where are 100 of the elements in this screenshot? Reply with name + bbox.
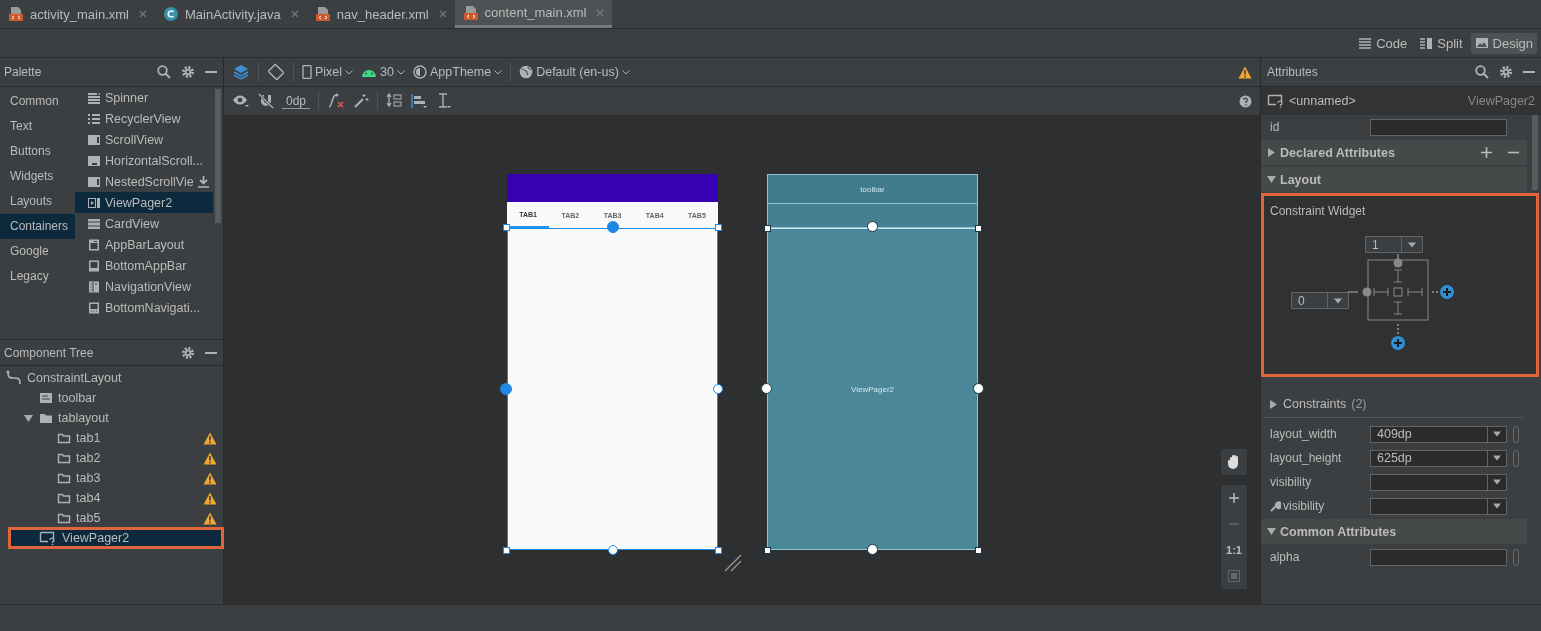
group-header[interactable]: Constraints (2) [1263, 391, 1523, 418]
section-header[interactable]: Common Attributes [1261, 519, 1527, 544]
constraint-handle[interactable] [715, 224, 722, 231]
constraint-handle[interactable] [500, 383, 512, 395]
actual-size-button[interactable]: 1:1 [1221, 537, 1247, 563]
tree-item[interactable]: tab1 [0, 428, 223, 448]
editor-tab[interactable]: nav_header.xml [306, 0, 455, 28]
palette-category[interactable]: Google [0, 239, 75, 264]
clear-constraints-icon[interactable] [327, 93, 346, 109]
palette-category[interactable]: Layouts [0, 189, 75, 214]
theme-dropdown[interactable]: AppTheme [413, 65, 503, 79]
view-mode-button[interactable]: Code [1354, 32, 1412, 54]
palette-item[interactable]: NavigationView [75, 276, 213, 297]
constraint-handle[interactable] [607, 545, 618, 555]
text-field[interactable] [1370, 118, 1507, 136]
pack-icon[interactable] [386, 93, 403, 109]
constraint-handle[interactable] [764, 547, 771, 554]
margin-field[interactable]: 0dp [282, 93, 311, 109]
magnet-off-icon[interactable] [258, 93, 274, 109]
palette-item[interactable]: BottomAppBar [75, 255, 213, 276]
section-header[interactable]: Declared Attributes [1261, 140, 1527, 165]
spinner-icon [87, 91, 101, 104]
constraint-handle[interactable] [975, 225, 982, 232]
palette-category[interactable]: Common [0, 89, 75, 114]
resize-handle-icon[interactable] [724, 554, 742, 572]
view-mode-button[interactable]: Split [1415, 32, 1467, 54]
layers-icon[interactable] [232, 63, 250, 81]
editor-tab[interactable]: content_main.xml [454, 0, 613, 28]
constraint-handle[interactable] [713, 384, 723, 394]
palette-category[interactable]: Containers [0, 214, 75, 239]
editor-tab[interactable]: MainActivity.java [154, 0, 307, 28]
device-dropdown[interactable]: Pixel [302, 65, 354, 79]
palette-category[interactable]: Buttons [0, 139, 75, 164]
tree-item[interactable]: ConstraintLayout [0, 368, 223, 388]
blueprint-view[interactable]: ViewPager2 [767, 228, 978, 550]
dropdown-field[interactable]: 625dp [1370, 449, 1507, 467]
palette-item[interactable]: RecyclerView [75, 108, 213, 129]
scrollbar[interactable] [215, 89, 221, 223]
api-level-dropdown[interactable]: 30 [361, 65, 405, 79]
tree-item[interactable]: ViewPager2 [9, 528, 223, 548]
palette-item[interactable]: ViewPager2 [75, 192, 213, 213]
pan-button[interactable] [1221, 449, 1247, 475]
help-icon[interactable] [1239, 94, 1252, 108]
globe-icon [519, 65, 534, 79]
download-icon[interactable] [197, 175, 209, 188]
tree-item[interactable]: tab3 [0, 468, 223, 488]
scrollbar[interactable] [1532, 115, 1538, 190]
palette-item[interactable]: NestedScrollVie [75, 171, 213, 192]
add-constraint-icon[interactable] [1391, 336, 1405, 350]
constraint-handle[interactable] [761, 383, 772, 394]
margin-dropdown[interactable]: 0 [1291, 292, 1349, 309]
palette-category[interactable]: Legacy [0, 264, 75, 289]
constraint-handle[interactable] [503, 224, 510, 231]
align-icon[interactable] [410, 93, 429, 109]
palette-item[interactable]: HorizontalScroll... [75, 150, 213, 171]
editor-tab[interactable]: activity_main.xml [0, 0, 155, 28]
tree-item[interactable]: tab5 [0, 508, 223, 528]
palette-item[interactable]: BottomNavigati... [75, 297, 213, 318]
settings-icon[interactable] [181, 345, 195, 360]
margin-dropdown[interactable]: 1 [1365, 236, 1423, 253]
text-field[interactable] [1370, 548, 1507, 566]
view-mode-button[interactable]: Design [1470, 32, 1537, 54]
constraint-handle[interactable] [503, 547, 510, 554]
palette-item[interactable]: ScrollView [75, 129, 213, 150]
add-constraint-icon[interactable] [1440, 285, 1454, 299]
palette-category[interactable]: Text [0, 114, 75, 139]
palette-item[interactable]: AppBarLayout [75, 234, 213, 255]
palette-category[interactable]: Widgets [0, 164, 75, 189]
rotate-icon[interactable] [267, 63, 285, 81]
fit-screen-icon [1228, 570, 1240, 582]
constraint-handle[interactable] [866, 221, 878, 232]
section-header[interactable]: Layout [1261, 167, 1527, 192]
constraint-handle[interactable] [973, 383, 984, 394]
expand-arrow-icon[interactable] [24, 413, 33, 423]
tree-item[interactable]: tablayout [0, 408, 223, 428]
palette-item[interactable]: CardView [75, 213, 213, 234]
guideline-icon[interactable] [436, 93, 453, 109]
warning-icon[interactable] [1238, 65, 1252, 79]
dropdown-field[interactable] [1370, 473, 1507, 491]
locale-dropdown[interactable]: Default (en-us) [519, 65, 630, 79]
eye-icon[interactable] [232, 94, 250, 108]
constraint-handle[interactable] [715, 547, 722, 554]
plus-icon[interactable] [1481, 147, 1492, 158]
magic-wand-icon[interactable] [353, 93, 370, 109]
search-icon[interactable] [1475, 65, 1489, 79]
palette-item[interactable]: Spinner [75, 87, 213, 108]
constraint-handle[interactable] [866, 544, 878, 555]
settings-icon[interactable] [1499, 65, 1513, 79]
tree-item[interactable]: toolbar [0, 388, 223, 408]
constraint-widget[interactable]: Constraint Widget 1 0 [1261, 193, 1539, 377]
blueprint-toolbar[interactable]: toolbar [767, 174, 978, 204]
settings-icon[interactable] [181, 65, 195, 79]
tree-item[interactable]: tab4 [0, 488, 223, 508]
tree-item[interactable]: tab2 [0, 448, 223, 468]
dropdown-field[interactable]: 409dp [1370, 425, 1507, 443]
constraint-handle[interactable] [764, 225, 771, 232]
constraint-handle[interactable] [975, 547, 982, 554]
dropdown-field[interactable] [1370, 497, 1507, 515]
search-icon[interactable] [157, 65, 171, 79]
tab-icon [57, 432, 71, 444]
